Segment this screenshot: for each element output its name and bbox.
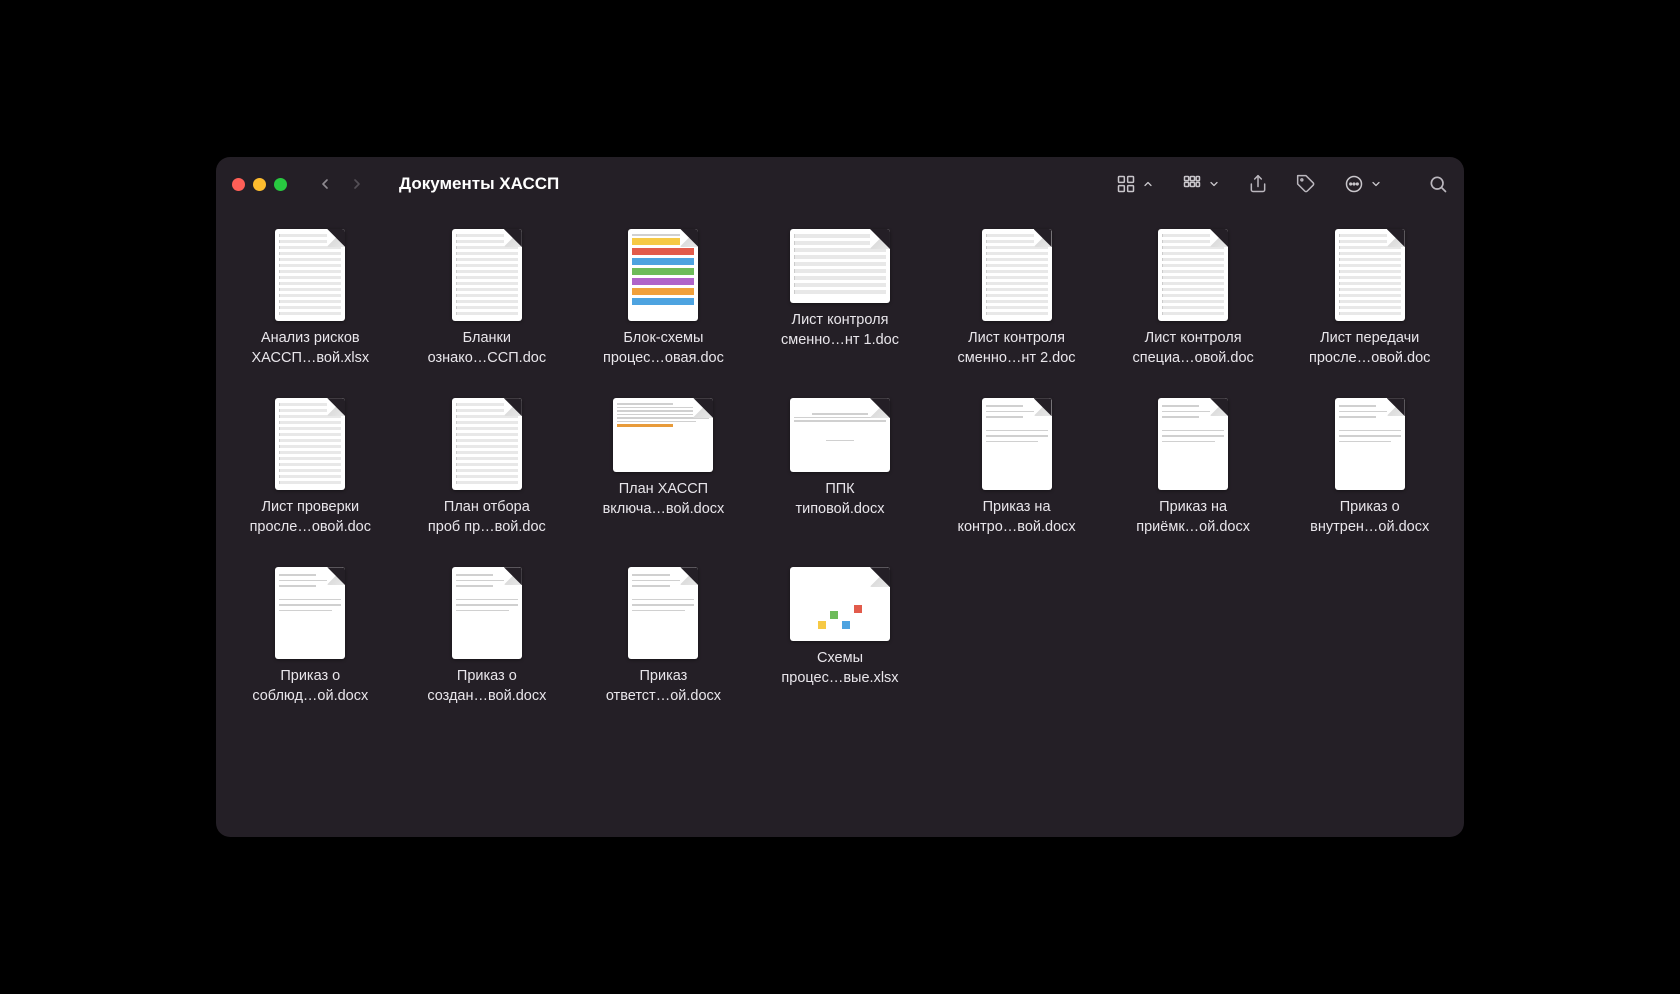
- traffic-lights: [232, 178, 287, 191]
- file-grid: Анализ рисковХАССП…вой.xlsx Бланкиознако……: [226, 225, 1454, 710]
- content-area: Анализ рисковХАССП…вой.xlsx Бланкиознако……: [216, 211, 1464, 837]
- file-thumbnail: [275, 567, 345, 659]
- file-item[interactable]: Приказ наприёмк…ой.docx: [1109, 394, 1278, 541]
- file-item[interactable]: Приказответст…ой.docx: [579, 563, 748, 710]
- file-name: Блок-схемыпроцес…овая.doc: [603, 329, 724, 368]
- file-name: План отборапроб пр…вой.doc: [428, 498, 546, 537]
- file-item[interactable]: Лист контролясменно…нт 2.doc: [932, 225, 1101, 372]
- search-button[interactable]: [1428, 170, 1448, 198]
- file-thumbnail: [982, 398, 1052, 490]
- file-name: Приказ наконтро…вой.docx: [957, 498, 1075, 537]
- file-name: Бланкиознако…ССП.doc: [428, 329, 546, 368]
- file-name: Анализ рисковХАССП…вой.xlsx: [251, 329, 369, 368]
- window-title: Документы ХАССП: [399, 174, 559, 194]
- file-thumbnail: [982, 229, 1052, 321]
- file-item[interactable]: Анализ рисковХАССП…вой.xlsx: [226, 225, 395, 372]
- file-item[interactable]: ППКтиповой.docx: [756, 394, 925, 541]
- close-button[interactable]: [232, 178, 245, 191]
- share-button[interactable]: [1248, 170, 1268, 198]
- view-mode-button[interactable]: [1116, 174, 1154, 194]
- file-item[interactable]: План ХАССПвключа…вой.docx: [579, 394, 748, 541]
- file-item[interactable]: Приказ наконтро…вой.docx: [932, 394, 1101, 541]
- file-thumbnail: [452, 567, 522, 659]
- nav-buttons: [311, 170, 371, 198]
- finder-window: Документы ХАССП: [216, 157, 1464, 837]
- file-name: Лист контролясменно…нт 2.doc: [958, 329, 1076, 368]
- file-thumbnail: [1335, 398, 1405, 490]
- file-name: Лист контролясменно…нт 1.doc: [781, 311, 899, 350]
- file-name: Лист передачипросле…овой.doc: [1309, 329, 1430, 368]
- back-button[interactable]: [311, 170, 339, 198]
- file-thumbnail: [275, 398, 345, 490]
- file-name: Лист контроляспециа…овой.doc: [1132, 329, 1253, 368]
- forward-button[interactable]: [343, 170, 371, 198]
- file-name: Приказ осоздан…вой.docx: [427, 667, 546, 706]
- file-thumbnail: [452, 398, 522, 490]
- file-thumbnail: [275, 229, 345, 321]
- file-item[interactable]: Блок-схемыпроцес…овая.doc: [579, 225, 748, 372]
- file-name: Приказ наприёмк…ой.docx: [1136, 498, 1250, 537]
- file-thumbnail: [613, 398, 713, 472]
- file-thumbnail: [628, 229, 698, 321]
- file-item[interactable]: Схемыпроцес…вые.xlsx: [756, 563, 925, 710]
- more-actions-button[interactable]: [1344, 174, 1382, 194]
- toolbar-right: [1116, 170, 1448, 198]
- file-thumbnail: [790, 567, 890, 641]
- file-item[interactable]: Лист контролясменно…нт 1.doc: [756, 225, 925, 372]
- file-item[interactable]: Приказ овнутрен…ой.docx: [1285, 394, 1454, 541]
- file-item[interactable]: Лист проверкипросле…овой.doc: [226, 394, 395, 541]
- file-name: Приказответст…ой.docx: [606, 667, 721, 706]
- file-thumbnail: [628, 567, 698, 659]
- file-item[interactable]: План отборапроб пр…вой.doc: [403, 394, 572, 541]
- file-thumbnail: [1158, 229, 1228, 321]
- file-name: Приказ особлюд…ой.docx: [252, 667, 368, 706]
- file-item[interactable]: Бланкиознако…ССП.doc: [403, 225, 572, 372]
- file-thumbnail: [790, 398, 890, 472]
- tag-button[interactable]: [1296, 170, 1316, 198]
- file-item[interactable]: Приказ особлюд…ой.docx: [226, 563, 395, 710]
- file-name: Лист проверкипросле…овой.doc: [250, 498, 371, 537]
- file-item[interactable]: Лист контроляспециа…овой.doc: [1109, 225, 1278, 372]
- fullscreen-button[interactable]: [274, 178, 287, 191]
- file-thumbnail: [1335, 229, 1405, 321]
- file-item[interactable]: Приказ осоздан…вой.docx: [403, 563, 572, 710]
- file-item[interactable]: Лист передачипросле…овой.doc: [1285, 225, 1454, 372]
- file-name: Приказ овнутрен…ой.docx: [1310, 498, 1429, 537]
- file-thumbnail: [790, 229, 890, 303]
- file-thumbnail: [452, 229, 522, 321]
- file-thumbnail: [1158, 398, 1228, 490]
- group-by-button[interactable]: [1182, 174, 1220, 194]
- file-name: План ХАССПвключа…вой.docx: [603, 480, 725, 519]
- titlebar: Документы ХАССП: [216, 157, 1464, 211]
- file-name: Схемыпроцес…вые.xlsx: [781, 649, 898, 688]
- minimize-button[interactable]: [253, 178, 266, 191]
- file-name: ППКтиповой.docx: [795, 480, 884, 519]
